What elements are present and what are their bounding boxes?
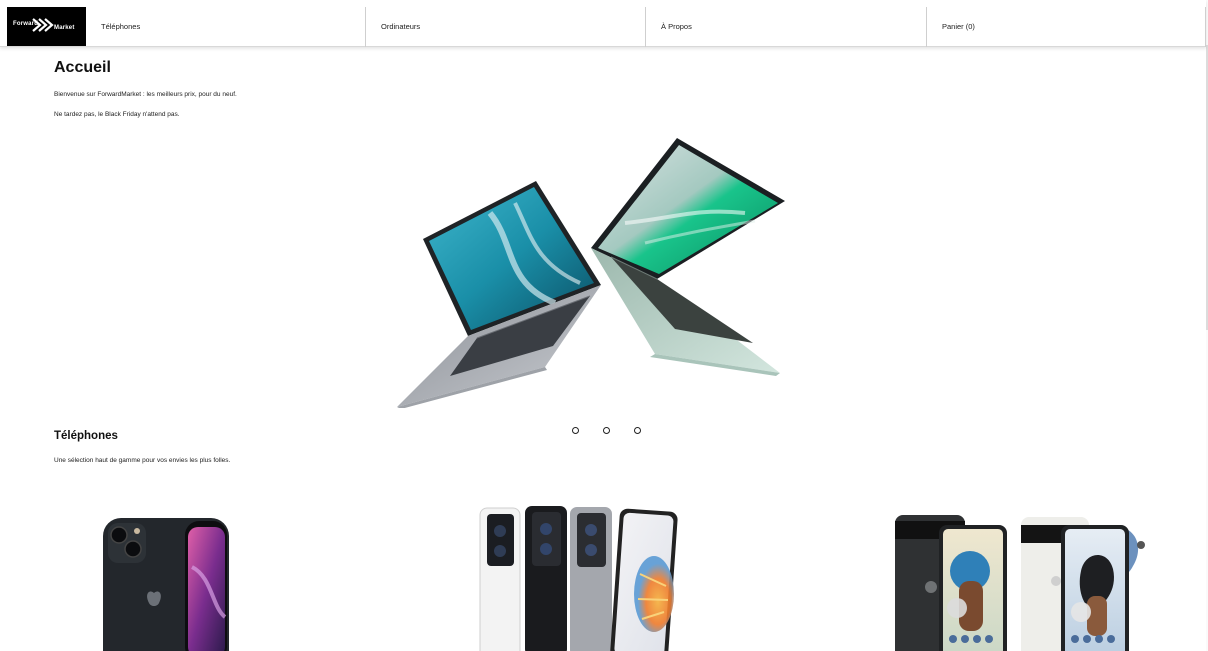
intro-line-1: Bienvenue sur ForwardMarket : les meille… <box>54 91 237 98</box>
logo-text-market: Market <box>54 25 75 31</box>
section-subtitle: Une sélection haut de gamme pour vos env… <box>54 457 231 464</box>
product-image-xiaomi[interactable] <box>478 504 678 651</box>
nav-item-a-propos[interactable]: À Propos <box>645 0 692 47</box>
nav-item-panier[interactable]: Panier (0) <box>926 0 975 47</box>
nav-item-ordinateurs[interactable]: Ordinateurs <box>365 0 420 47</box>
carousel-dot-1[interactable] <box>572 427 579 434</box>
double-chevron-logo-icon <box>32 18 54 32</box>
intro-line-2: Ne tardez pas, le Black Friday n'attend … <box>54 111 180 118</box>
nav-item-telephones[interactable]: Téléphones <box>85 0 140 47</box>
product-image-iphone[interactable] <box>102 517 230 651</box>
laptops-image <box>397 138 785 409</box>
page-title: Accueil <box>54 59 111 76</box>
carousel-slide-image <box>395 133 790 413</box>
nav-divider <box>1205 7 1206 47</box>
carousel-dot-2[interactable] <box>603 427 610 434</box>
site-logo[interactable]: Forward Market <box>7 7 86 46</box>
carousel-dot-3[interactable] <box>634 427 641 434</box>
product-image-pixel[interactable] <box>893 511 1149 651</box>
top-navigation: Forward Market Téléphones Ordinateurs À … <box>0 0 1206 47</box>
section-title-telephones: Téléphones <box>54 430 118 442</box>
